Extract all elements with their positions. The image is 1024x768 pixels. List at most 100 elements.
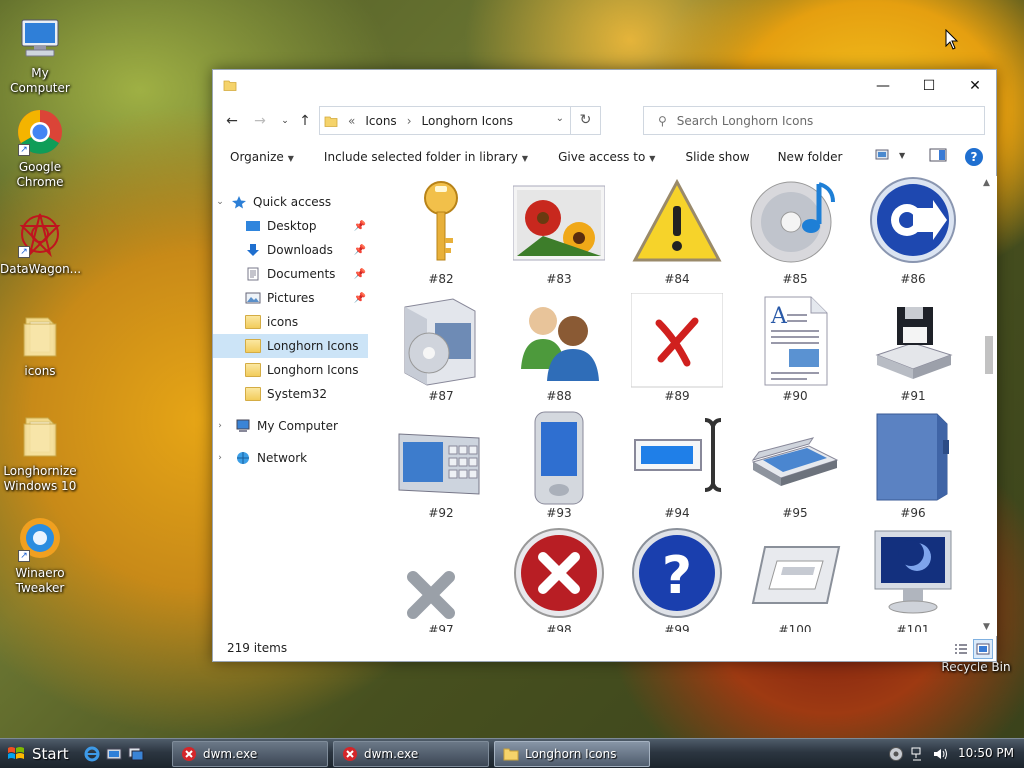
nav-label: Longhorn Icons bbox=[267, 339, 359, 353]
file-item[interactable]: #87 bbox=[391, 293, 491, 410]
new-folder-button[interactable]: New folder bbox=[778, 150, 843, 164]
preview-pane-button[interactable] bbox=[929, 148, 947, 166]
file-item[interactable]: #85 bbox=[745, 176, 845, 293]
red-x-card-icon bbox=[630, 292, 724, 389]
quicklaunch-show-desktop[interactable] bbox=[106, 746, 122, 762]
breadcrumb-longhorn-icons[interactable]: Longhorn Icons bbox=[422, 114, 513, 128]
file-item[interactable]: #95 bbox=[745, 410, 845, 527]
desktop-icon-label: icons bbox=[24, 364, 56, 378]
preview-pane-icon bbox=[929, 148, 947, 162]
file-item[interactable]: #97 bbox=[391, 527, 491, 632]
quicklaunch-ie[interactable] bbox=[84, 746, 100, 762]
gray-x-icon bbox=[395, 527, 487, 623]
file-item[interactable]: #98 bbox=[509, 527, 609, 632]
file-item[interactable]: #94 bbox=[627, 410, 727, 527]
nav-label: Longhorn Icons bbox=[267, 363, 359, 377]
nav-item-longhorn-icons-selected[interactable]: Longhorn Icons bbox=[213, 334, 368, 358]
file-label: #86 bbox=[900, 272, 926, 286]
details-view-button[interactable] bbox=[951, 639, 971, 659]
users-icon bbox=[513, 293, 605, 389]
clock[interactable]: 10:50 PM bbox=[958, 746, 1014, 760]
nav-item-system32[interactable]: System32 bbox=[213, 382, 368, 406]
scrollbar-thumb[interactable] bbox=[985, 336, 993, 374]
file-item[interactable]: #93 bbox=[509, 410, 609, 527]
file-item[interactable]: A #90 bbox=[745, 293, 845, 410]
file-item[interactable]: #91 bbox=[863, 293, 963, 410]
nav-item-pictures[interactable]: Pictures 📌 bbox=[213, 286, 368, 310]
view-options-button[interactable]: ▼ bbox=[899, 151, 905, 169]
nav-item-longhorn-icons[interactable]: Longhorn Icons bbox=[213, 358, 368, 382]
file-label: #96 bbox=[900, 506, 926, 520]
taskbar-item-dwm-2[interactable]: dwm.exe bbox=[333, 741, 489, 767]
change-view-button[interactable] bbox=[875, 148, 891, 166]
file-item[interactable]: #82 bbox=[391, 176, 491, 293]
nav-my-computer[interactable]: › My Computer bbox=[213, 414, 368, 438]
file-item[interactable]: ? #99 bbox=[627, 527, 727, 632]
key-icon bbox=[395, 176, 487, 272]
file-item[interactable]: #92 bbox=[391, 410, 491, 527]
file-item[interactable]: #101 bbox=[863, 527, 963, 632]
network-tray-icon[interactable] bbox=[910, 746, 926, 762]
nav-network[interactable]: › Network bbox=[213, 446, 368, 470]
search-input[interactable]: Search Longhorn Icons bbox=[677, 114, 814, 128]
maximize-button[interactable]: ☐ bbox=[906, 70, 952, 102]
file-item[interactable]: #84 bbox=[627, 176, 727, 293]
nav-item-desktop[interactable]: Desktop 📌 bbox=[213, 214, 368, 238]
refresh-icon: ↻ bbox=[579, 112, 592, 128]
scroll-up-icon[interactable]: ▲ bbox=[983, 178, 990, 188]
breadcrumb-icons[interactable]: Icons bbox=[365, 114, 396, 128]
start-button[interactable]: Start bbox=[0, 740, 76, 768]
volume-icon[interactable] bbox=[932, 746, 948, 762]
minimize-button[interactable]: — bbox=[860, 70, 906, 102]
desktop-icon-google-chrome[interactable]: ↗ Google Chrome bbox=[0, 108, 80, 190]
computer-icon bbox=[235, 419, 251, 433]
file-item[interactable]: #100 bbox=[745, 527, 845, 632]
new-folder-label: New folder bbox=[777, 150, 843, 164]
refresh-button[interactable]: ↻ bbox=[570, 107, 600, 134]
nav-item-downloads[interactable]: Downloads 📌 bbox=[213, 238, 368, 262]
desktop-icon-datawagon[interactable]: ↗ DataWagon... bbox=[0, 210, 81, 277]
help-button[interactable]: ? bbox=[965, 148, 983, 166]
chevron-down-icon[interactable]: ⌄ bbox=[556, 113, 564, 124]
forward-button[interactable]: → bbox=[251, 112, 269, 130]
pin-icon: 📌 bbox=[353, 268, 366, 280]
breadcrumb-separator[interactable]: › bbox=[407, 114, 412, 128]
desktop-icon-longhornize[interactable]: Longhornize Windows 10 bbox=[0, 412, 80, 494]
quicklaunch-switch-windows[interactable] bbox=[128, 746, 144, 762]
back-button[interactable]: ← bbox=[223, 112, 241, 130]
vertical-scrollbar[interactable]: ▲ ▼ bbox=[981, 176, 997, 636]
nav-item-icons[interactable]: icons bbox=[213, 310, 368, 334]
nav-item-documents[interactable]: Documents 📌 bbox=[213, 262, 368, 286]
desktop-icon-my-computer[interactable]: My Computer bbox=[0, 14, 80, 96]
taskbar-item-dwm-1[interactable]: dwm.exe bbox=[172, 741, 328, 767]
file-label: #91 bbox=[900, 389, 926, 403]
include-in-library-button[interactable]: Include selected folder in library ▼ bbox=[324, 150, 528, 164]
file-item[interactable]: #88 bbox=[509, 293, 609, 410]
desktop-icon-winaero-tweaker[interactable]: ↗ Winaero Tweaker bbox=[0, 514, 80, 596]
address-bar[interactable]: « Icons › Longhorn Icons ⌄ ↻ bbox=[319, 106, 601, 135]
blue-folder-icon bbox=[867, 410, 959, 506]
close-button[interactable]: ✕ bbox=[952, 70, 998, 102]
taskbar-item-longhorn-icons[interactable]: Longhorn Icons bbox=[494, 741, 650, 767]
switch-windows-icon bbox=[128, 747, 144, 761]
give-access-button[interactable]: Give access to ▼ bbox=[558, 150, 655, 164]
up-button[interactable]: ↑ bbox=[296, 112, 314, 130]
file-item[interactable]: #89 bbox=[627, 292, 727, 410]
search-box[interactable]: ⚲ Search Longhorn Icons bbox=[643, 106, 985, 135]
large-icons-view-button[interactable] bbox=[973, 639, 993, 659]
nav-label: Pictures bbox=[267, 291, 315, 305]
slide-show-button[interactable]: Slide show bbox=[685, 150, 749, 164]
file-item[interactable]: #96 bbox=[863, 410, 963, 527]
recent-locations-button[interactable]: ⌄ bbox=[276, 112, 294, 130]
nav-quick-access[interactable]: ⌄ Quick access bbox=[213, 190, 368, 214]
title-bar[interactable]: — ☐ ✕ bbox=[213, 70, 996, 102]
scroll-down-icon[interactable]: ▼ bbox=[983, 622, 990, 632]
tray-app-icon[interactable] bbox=[888, 746, 904, 762]
breadcrumb-overflow[interactable]: « bbox=[348, 114, 355, 128]
file-label: #94 bbox=[664, 506, 690, 520]
computer-icon bbox=[16, 14, 64, 62]
desktop-icon-icons-folder[interactable]: icons bbox=[0, 312, 80, 379]
organize-button[interactable]: Organize ▼ bbox=[230, 150, 294, 164]
file-item[interactable]: #86 bbox=[863, 176, 963, 293]
file-item[interactable]: #83 bbox=[509, 176, 609, 293]
